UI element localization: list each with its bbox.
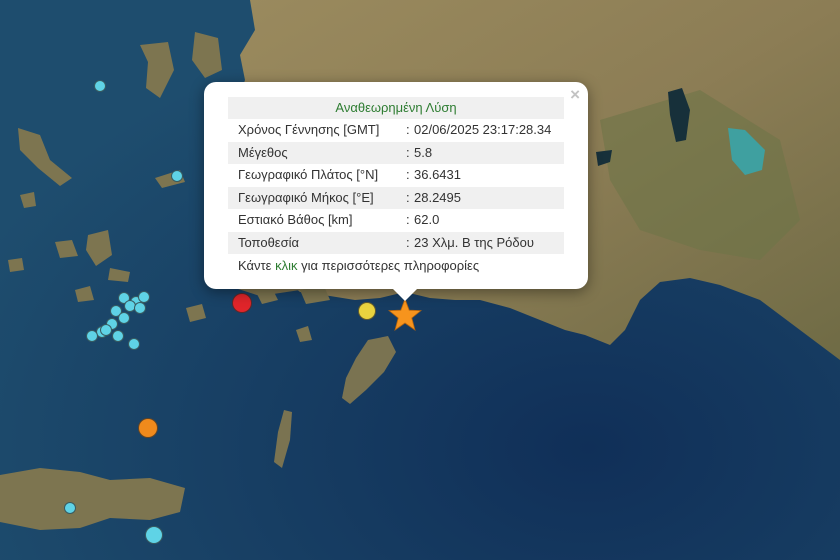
earthquake-marker[interactable] [134,302,146,314]
info-label: Εστιακό Βάθος [km] [238,212,353,227]
earthquake-marker[interactable] [118,312,130,324]
info-row-origin-time: Χρόνος Γέννησης [GMT] : 02/06/2025 23:17… [228,119,564,142]
map-view[interactable]: × Αναθεωρημένη Λύση Χρόνος Γέννησης [GMT… [0,0,840,560]
earthquake-marker[interactable] [64,502,76,514]
info-value: 36.6431 [414,167,461,182]
earthquake-marker[interactable] [94,80,106,92]
earthquake-marker[interactable] [138,418,158,438]
footer-prefix: Κάντε [238,258,272,273]
earthquake-marker[interactable] [145,526,163,544]
footer-suffix: για περισσότερες πληροφορίες [301,258,480,273]
star-icon[interactable] [388,298,422,332]
info-separator: : [406,167,410,182]
earthquake-info-popup: × Αναθεωρημένη Λύση Χρόνος Γέννησης [GMT… [204,82,588,301]
info-label: Μέγεθος [238,144,288,160]
info-label: Γεωγραφικό Μήκος [°E] [238,189,374,205]
info-row-location: Τοποθεσία : 23 Χλμ. Β της Ρόδου [228,231,564,254]
earthquake-marker[interactable] [171,170,183,182]
popup-title: Αναθεωρημένη Λύση [228,97,564,119]
earthquake-marker[interactable] [128,338,140,350]
popup-tail [393,289,417,301]
popup-footer: Κάντε κλικ για περισσότερες πληροφορίες [228,254,564,277]
earthquake-marker[interactable] [100,324,112,336]
info-separator: : [406,189,410,205]
info-separator: : [406,234,410,250]
info-separator: : [406,144,410,160]
info-row-longitude: Γεωγραφικό Μήκος [°E] : 28.2495 [228,186,564,209]
info-label: Γεωγραφικό Πλάτος [°N] [238,167,379,182]
earthquake-marker[interactable] [358,302,376,320]
info-separator: : [406,122,410,137]
info-value: 28.2495 [414,189,461,205]
info-value: 5.8 [414,144,433,160]
info-value: 23 Χλμ. Β της Ρόδου [414,234,534,250]
info-row-depth: Εστιακό Βάθος [km] : 62.0 [228,209,564,232]
earthquake-marker[interactable] [86,330,98,342]
earthquake-marker[interactable] [112,330,124,342]
earthquake-marker[interactable] [232,293,252,313]
info-row-latitude: Γεωγραφικό Πλάτος [°N] : 36.6431 [228,164,564,187]
info-label: Χρόνος Γέννησης [GMT] [238,122,380,137]
close-icon[interactable]: × [570,86,580,104]
info-label: Τοποθεσία [238,234,300,250]
info-separator: : [406,212,410,227]
more-info-link[interactable]: κλικ [275,258,297,273]
info-value: 02/06/2025 23:17:28.34 [414,122,552,137]
info-row-magnitude: Μέγεθος : 5.8 [228,141,564,164]
info-value: 62.0 [414,212,440,227]
